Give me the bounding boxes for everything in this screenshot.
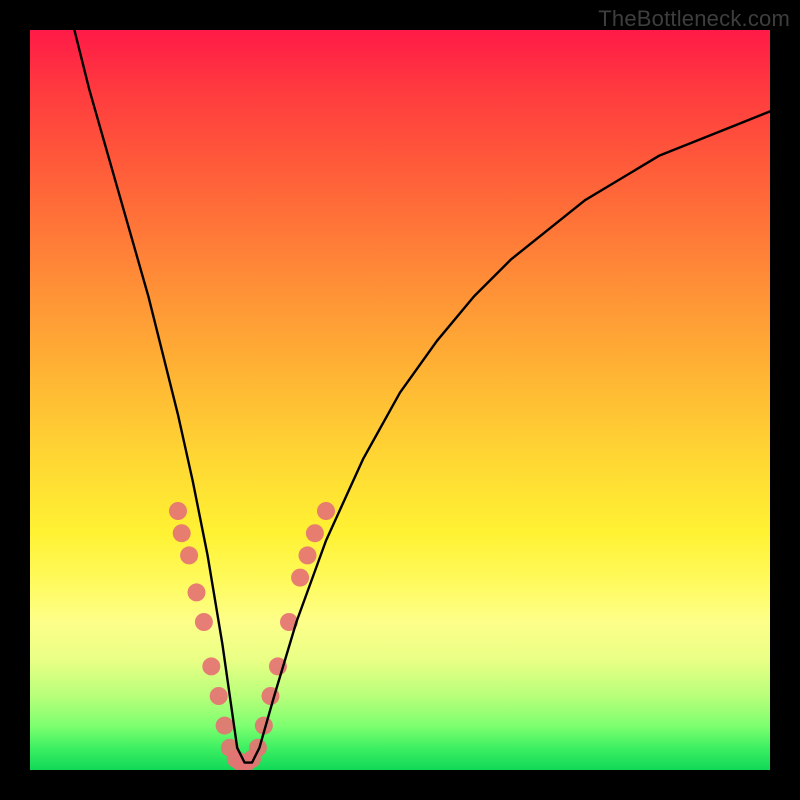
- marker-dot: [210, 687, 228, 705]
- marker-dot: [202, 657, 220, 675]
- marker-dot: [169, 502, 187, 520]
- marker-dot: [299, 546, 317, 564]
- marker-dot: [317, 502, 335, 520]
- marker-dot: [216, 717, 234, 735]
- marker-layer: [169, 502, 335, 770]
- marker-dot: [306, 524, 324, 542]
- bottleneck-curve: [74, 30, 770, 763]
- chart-svg: [30, 30, 770, 770]
- marker-dot: [249, 739, 267, 757]
- marker-dot: [188, 583, 206, 601]
- watermark-text: TheBottleneck.com: [598, 6, 790, 32]
- marker-dot: [195, 613, 213, 631]
- marker-dot: [173, 524, 191, 542]
- marker-dot: [180, 546, 198, 564]
- marker-dot: [291, 569, 309, 587]
